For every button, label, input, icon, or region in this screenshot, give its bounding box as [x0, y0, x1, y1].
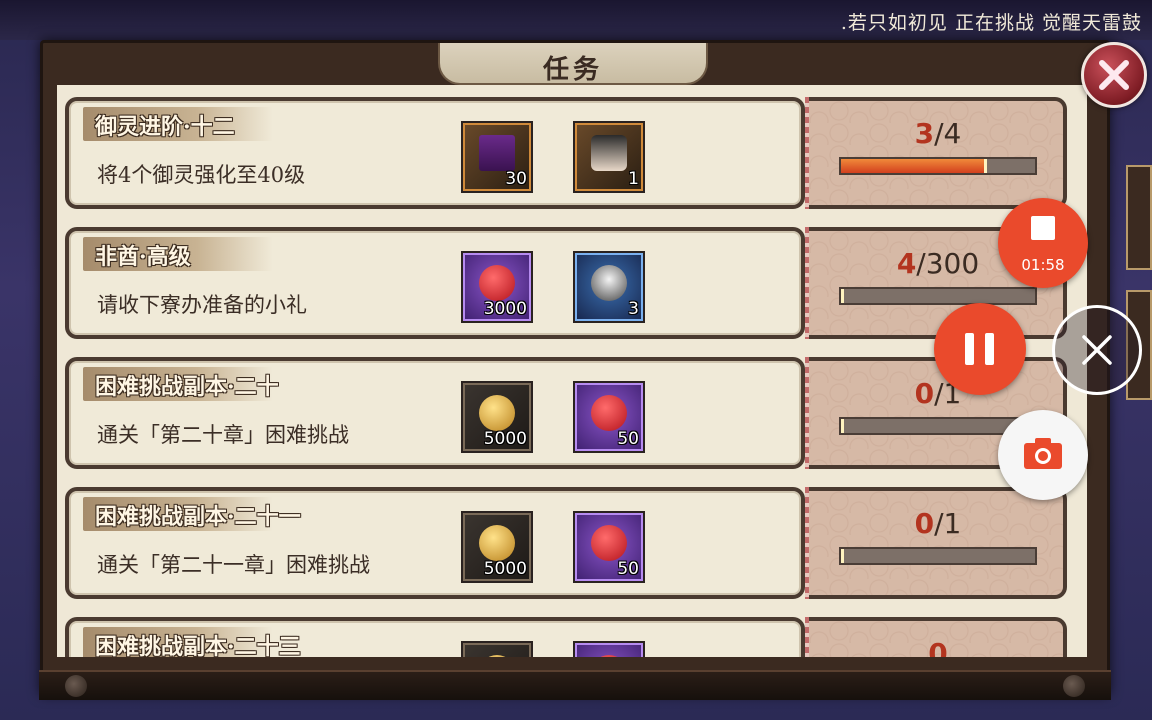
pause-icon [965, 333, 974, 365]
progress-text: 0/1 [809, 507, 1067, 540]
task-info: 御灵进阶·十二将4个御灵强化至40级 30 1 [65, 97, 805, 209]
progress-bar-fill [841, 289, 844, 303]
panel-bottom-frame [39, 670, 1111, 700]
shikigami-portrait-icon [591, 135, 627, 171]
task-title: 困难挑战副本·二十 [95, 374, 279, 400]
gold-coin-icon [479, 395, 515, 431]
magatama-icon [591, 525, 627, 561]
task-title: 非酋·高级 [95, 244, 191, 270]
gold-coin-icon [479, 525, 515, 561]
progress-bar [839, 287, 1037, 305]
pause-icon [985, 333, 994, 365]
reward-item[interactable]: 50 [573, 381, 645, 453]
progress-text: 3/4 [809, 117, 1067, 150]
progress-total: /4 [934, 117, 962, 150]
reward-item[interactable] [573, 641, 645, 657]
record-pause-button[interactable] [934, 303, 1026, 395]
reward-count: 3000 [483, 299, 527, 319]
task-info: 困难挑战副本·二十一通关「第二十一章」困难挑战 5000 50 [65, 487, 805, 599]
progress-bar [839, 157, 1037, 175]
reward-item[interactable]: 1 [573, 121, 645, 193]
pass-scroll-icon [479, 135, 515, 171]
title-plate: 任务 [438, 43, 708, 85]
task-description: 通关「第二十一章」困难挑战 [97, 553, 370, 577]
scrolling-announcement: .若只如初见 正在挑战 觉醒天雷鼓 [0, 0, 1152, 40]
progress-current: 3 [914, 117, 935, 150]
progress-current: 0 [914, 507, 935, 540]
progress-total: /300 [916, 247, 980, 280]
task-progress: 3/4 [809, 97, 1067, 209]
reward-count: 30 [505, 169, 527, 189]
record-timer: 01:58 [1021, 256, 1065, 274]
task-row[interactable]: 困难挑战副本·二十三 0 [57, 617, 1087, 657]
progress-current: 0 [914, 377, 935, 410]
progress-total: /1 [934, 507, 962, 540]
reward-item[interactable]: 5000 [461, 381, 533, 453]
reward-count: 5000 [483, 429, 527, 449]
progress-text: 0 [809, 637, 1067, 657]
daruma-icon [591, 265, 627, 301]
reward-count: 1 [628, 169, 639, 189]
progress-current: 0 [928, 637, 948, 657]
side-tab[interactable] [1126, 165, 1152, 270]
announcement-text: .若只如初见 正在挑战 觉醒天雷鼓 [840, 12, 1142, 34]
screenshot-button[interactable] [998, 410, 1088, 500]
task-progress: 0/1 [809, 487, 1067, 599]
record-close-button[interactable] [1052, 305, 1142, 395]
rivet-icon [65, 675, 87, 697]
rivet-icon [1063, 675, 1085, 697]
progress-bar-fill [841, 549, 844, 563]
panel-title: 任务 [542, 55, 603, 85]
progress-bar-fill [841, 419, 844, 433]
task-description: 将4个御灵强化至40级 [97, 163, 306, 187]
gold-coin-icon [479, 655, 515, 657]
task-description: 请收下寮办准备的小礼 [97, 293, 307, 317]
task-row[interactable]: 御灵进阶·十二将4个御灵强化至40级 30 1 3/4 [57, 97, 1087, 215]
task-title: 困难挑战副本·二十三 [95, 634, 301, 657]
reward-item[interactable]: 5000 [461, 511, 533, 583]
task-title: 御灵进阶·十二 [95, 114, 235, 140]
magatama-icon [479, 265, 515, 301]
task-list[interactable]: 御灵进阶·十二 将4个御灵强化至40级 30 1 3/4 非酋·高级 请收下寮办准备的小礼 3… [57, 85, 1087, 657]
task-info: 非酋·高级请收下寮办准备的小礼 3000 3 [65, 227, 805, 339]
reward-count: 50 [617, 559, 639, 579]
progress-current: 4 [896, 247, 917, 280]
reward-item[interactable] [461, 641, 533, 657]
reward-item[interactable]: 30 [461, 121, 533, 193]
close-icon [1082, 335, 1112, 365]
stop-icon [1031, 216, 1055, 240]
record-stop-button[interactable]: 01:58 [998, 198, 1088, 288]
close-icon [1099, 60, 1129, 90]
progress-text: 0/1 [809, 377, 1067, 410]
task-description: 通关「第二十章」困难挑战 [97, 423, 349, 447]
task-progress: 0 [809, 617, 1067, 657]
reward-item[interactable]: 3 [573, 251, 645, 323]
reward-count: 5000 [483, 559, 527, 579]
camera-icon [1024, 438, 1062, 469]
reward-item[interactable]: 3000 [461, 251, 533, 323]
progress-bar [839, 547, 1037, 565]
magatama-icon [591, 655, 627, 657]
progress-bar-fill [841, 159, 987, 173]
task-info: 困难挑战副本·二十通关「第二十章」困难挑战 5000 50 [65, 357, 805, 469]
close-button[interactable] [1081, 42, 1147, 108]
task-row[interactable]: 困难挑战副本·二十通关「第二十章」困难挑战 5000 50 0/1 [57, 357, 1087, 475]
reward-item[interactable]: 50 [573, 511, 645, 583]
task-row[interactable]: 困难挑战副本·二十一通关「第二十一章」困难挑战 5000 50 0/1 [57, 487, 1087, 605]
reward-count: 50 [617, 429, 639, 449]
task-title: 困难挑战副本·二十一 [95, 504, 301, 530]
reward-count: 3 [628, 299, 639, 319]
magatama-icon [591, 395, 627, 431]
task-row[interactable]: 非酋·高级请收下寮办准备的小礼 3000 3 4/300 [57, 227, 1087, 345]
task-info: 困难挑战副本·二十三 [65, 617, 805, 657]
